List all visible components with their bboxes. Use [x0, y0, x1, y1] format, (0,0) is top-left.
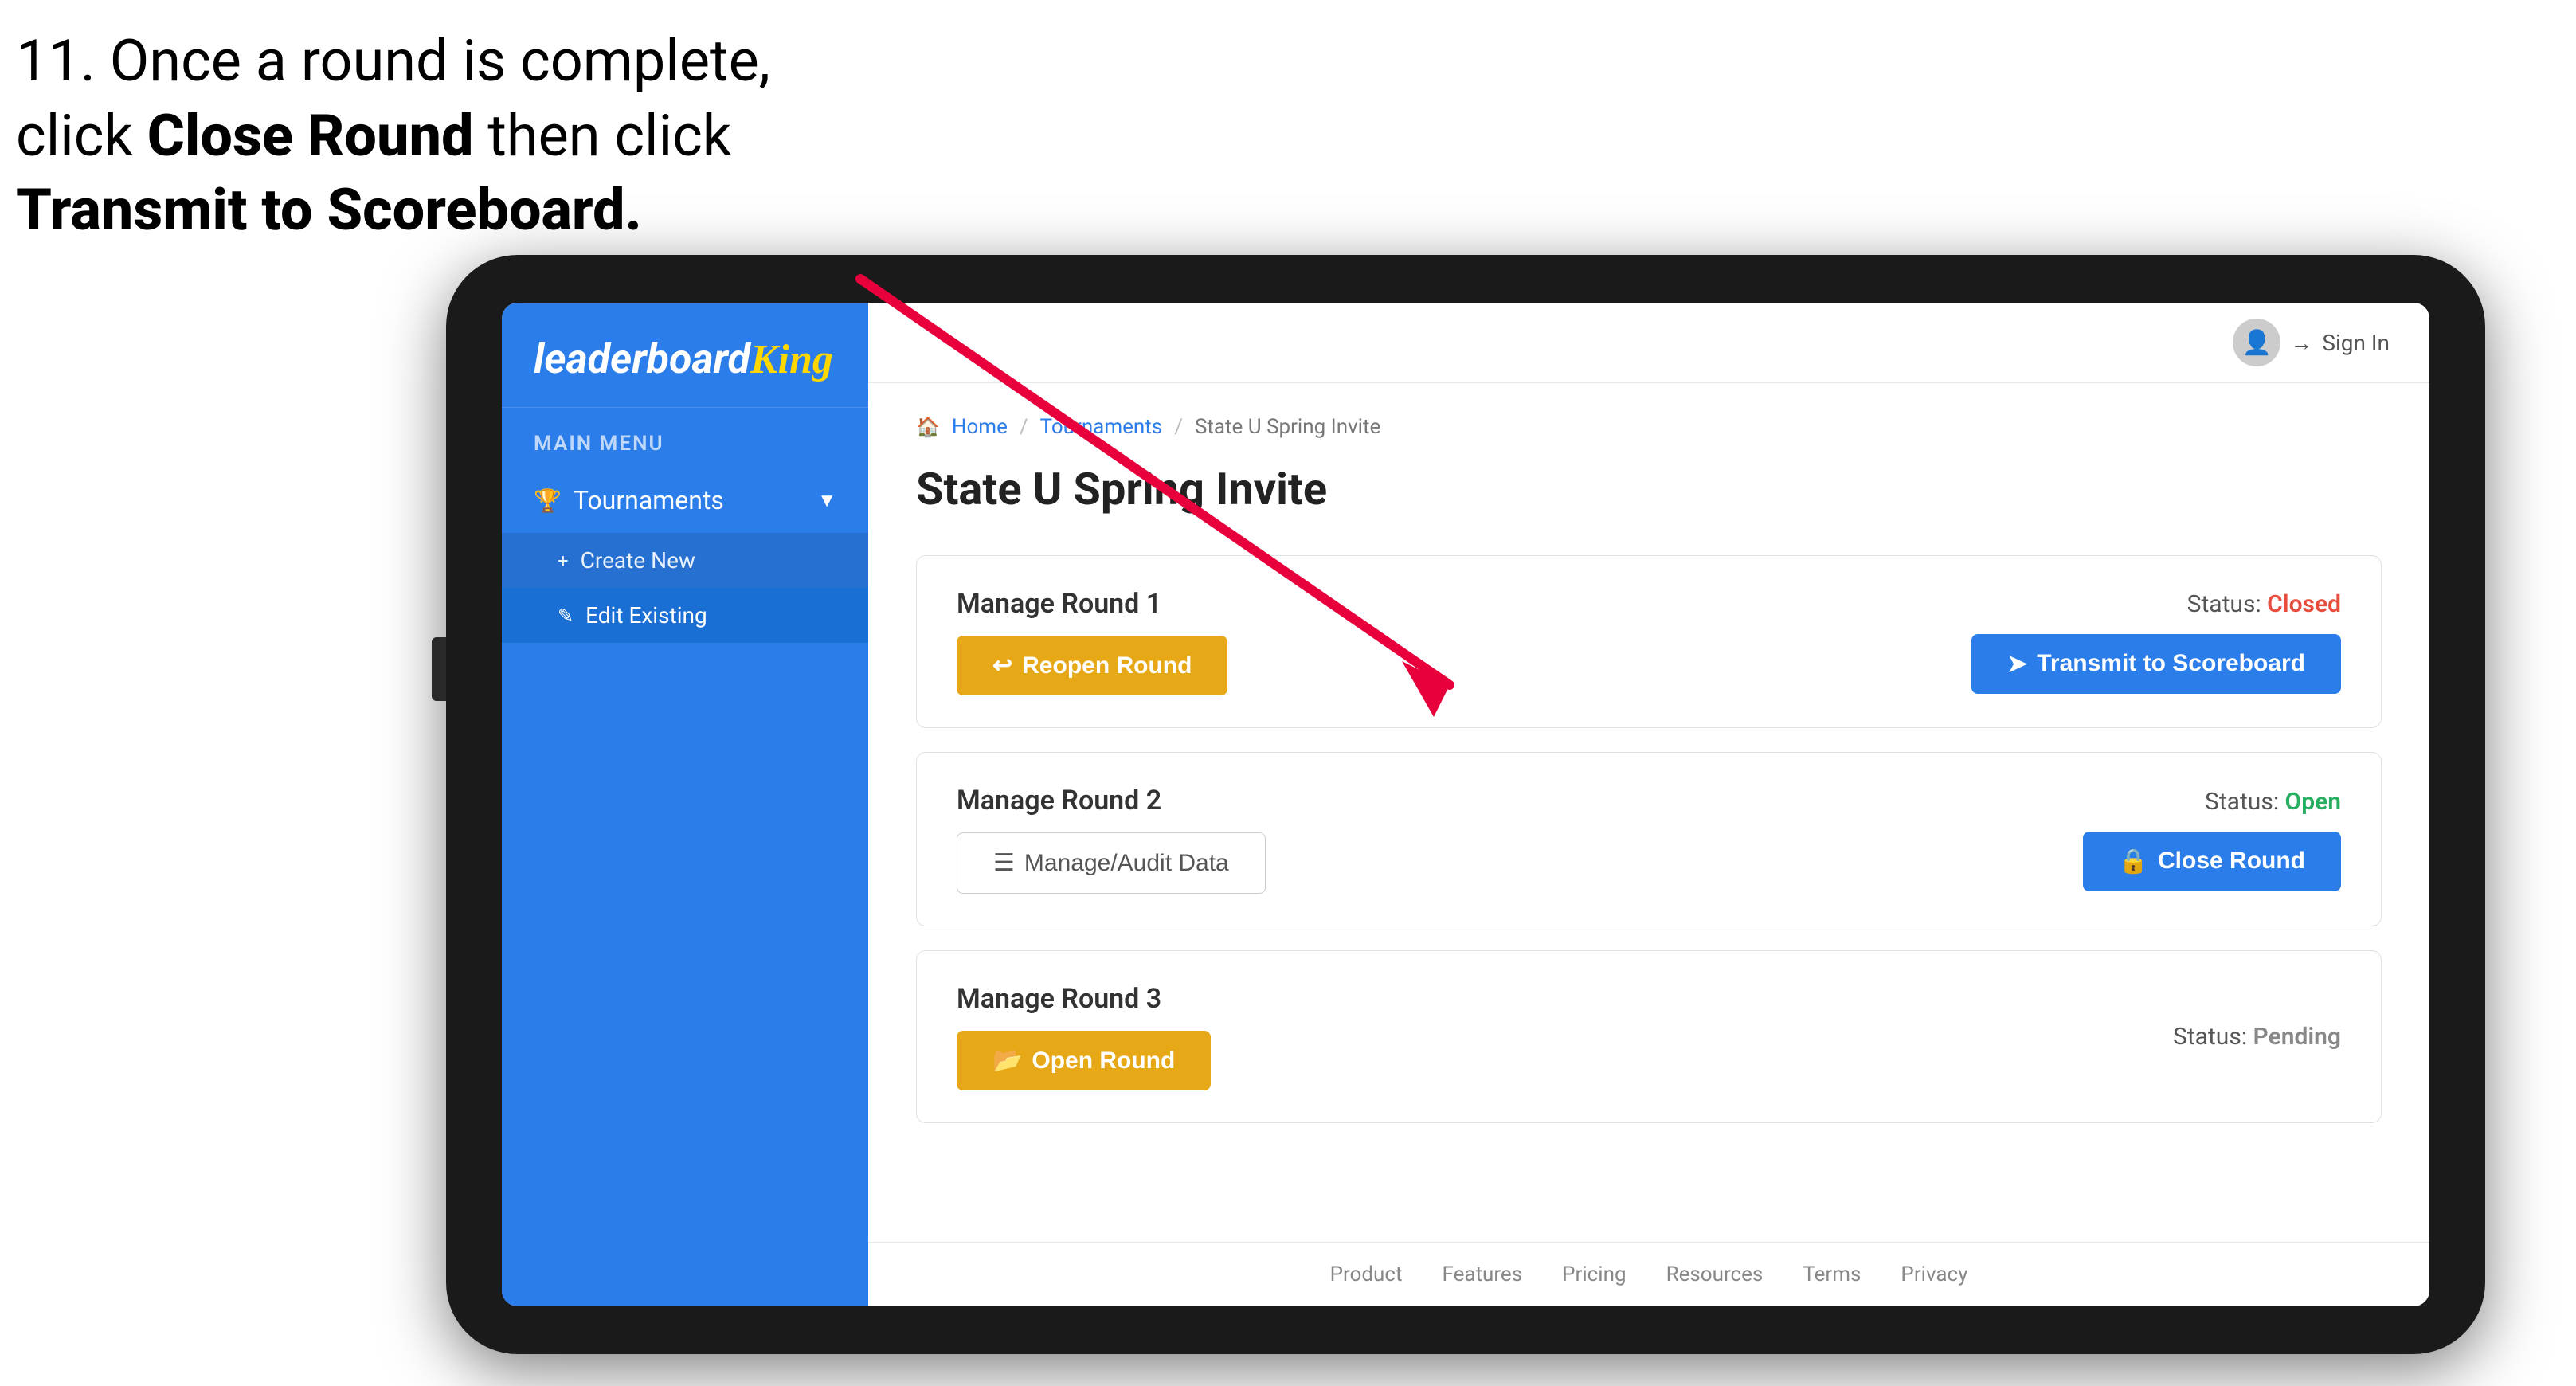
reopen-icon: ↩ — [992, 652, 1012, 679]
app-layout: leaderboardKing MAIN MENU 🏆 Tournaments … — [502, 303, 2429, 1306]
edit-icon: ✎ — [558, 605, 574, 627]
round-2-section: Manage Round 2 ☰ Manage/Audit Data Statu… — [916, 752, 2382, 926]
round-2-status: Status: Open — [2205, 788, 2341, 816]
transmit-label: Transmit to Scoreboard — [2037, 650, 2305, 677]
round-2-right: Status: Open 🔒 Close Round — [2083, 788, 2341, 891]
round-2-title: Manage Round 2 — [957, 785, 1266, 816]
breadcrumb-home[interactable]: Home — [952, 415, 1008, 439]
manage-audit-button[interactable]: ☰ Manage/Audit Data — [957, 832, 1266, 894]
sign-in-label: Sign In — [2322, 330, 2390, 356]
round-1-left: Manage Round 1 ↩ Reopen Round — [957, 588, 1227, 695]
lock-icon: 🔒 — [2119, 848, 2148, 875]
round-1-right: Status: Closed ➤ Transmit to Scoreboard — [1971, 590, 2341, 694]
open-round-button[interactable]: 📂 Open Round — [957, 1031, 1211, 1090]
breadcrumb-tournaments[interactable]: Tournaments — [1040, 415, 1163, 439]
footer-product[interactable]: Product — [1330, 1263, 1403, 1286]
instruction-line2-suffix: then click — [474, 102, 732, 170]
sign-in-button[interactable]: 👤 → Sign In — [2233, 319, 2390, 366]
content-area: 🏠 Home / Tournaments / State U Spring In… — [868, 383, 2429, 1242]
sidebar: leaderboardKing MAIN MENU 🏆 Tournaments … — [502, 303, 868, 1306]
main-menu-label: MAIN MENU — [502, 408, 868, 468]
plus-icon: + — [558, 550, 569, 572]
round-3-right: Status: Pending — [2173, 1023, 2341, 1051]
create-new-label: Create New — [581, 547, 695, 574]
instruction-transmit: Transmit to Scoreboard. — [16, 176, 642, 244]
audit-icon: ☰ — [993, 849, 1015, 877]
status-closed-value: Closed — [2267, 590, 2341, 618]
sign-in-icon: → — [2290, 330, 2312, 356]
close-round-label: Close Round — [2158, 848, 2305, 875]
status-open-value: Open — [2285, 788, 2341, 816]
sidebar-edit-existing[interactable]: ✎ Edit Existing — [502, 588, 868, 643]
round-1-section: Manage Round 1 ↩ Reopen Round Status: Cl… — [916, 555, 2382, 728]
transmit-scoreboard-button[interactable]: ➤ Transmit to Scoreboard — [1971, 634, 2341, 694]
instruction-close-round: Close Round — [147, 102, 474, 170]
avatar: 👤 — [2233, 319, 2280, 366]
close-round-button[interactable]: 🔒 Close Round — [2083, 832, 2341, 891]
round-1-status: Status: Closed — [2187, 590, 2341, 618]
tablet-device: leaderboardKing MAIN MENU 🏆 Tournaments … — [446, 255, 2485, 1354]
round-2-left: Manage Round 2 ☰ Manage/Audit Data — [957, 785, 1266, 894]
tablet-screen: leaderboardKing MAIN MENU 🏆 Tournaments … — [502, 303, 2429, 1306]
round-1-title: Manage Round 1 — [957, 588, 1227, 620]
transmit-icon: ➤ — [2007, 650, 2027, 678]
logo-leaderboard: leaderboard — [534, 335, 750, 383]
footer-features[interactable]: Features — [1442, 1263, 1522, 1286]
page-title: State U Spring Invite — [916, 463, 2382, 515]
breadcrumb: 🏠 Home / Tournaments / State U Spring In… — [916, 415, 2382, 439]
main-content: 👤 → Sign In 🏠 Home / Tournaments / — [868, 303, 2429, 1306]
breadcrumb-sep1: / — [1020, 415, 1028, 439]
breadcrumb-sep2: / — [1174, 415, 1183, 439]
sidebar-submenu: + Create New ✎ Edit Existing — [502, 533, 868, 643]
folder-icon: 📂 — [992, 1047, 1022, 1075]
chevron-down-icon: ▼ — [817, 489, 836, 512]
reopen-round-button[interactable]: ↩ Reopen Round — [957, 636, 1227, 695]
app-logo: leaderboardKing — [502, 303, 868, 408]
footer-privacy[interactable]: Privacy — [1901, 1263, 1967, 1286]
reopen-label: Reopen Round — [1022, 652, 1192, 679]
trophy-icon: 🏆 — [534, 487, 562, 514]
round-3-left: Manage Round 3 📂 Open Round — [957, 983, 1211, 1090]
instruction-block: 11. Once a round is complete, click Clos… — [16, 24, 770, 248]
round-3-status: Status: Pending — [2173, 1023, 2341, 1051]
logo-text: leaderboardKing — [534, 335, 836, 383]
audit-label: Manage/Audit Data — [1024, 850, 1229, 877]
edit-existing-label: Edit Existing — [585, 602, 707, 628]
round-3-title: Manage Round 3 — [957, 983, 1211, 1015]
open-round-label: Open Round — [1032, 1047, 1175, 1075]
instruction-line1: 11. Once a round is complete, — [16, 27, 770, 95]
breadcrumb-current: State U Spring Invite — [1195, 415, 1380, 439]
instruction-line2-prefix: click — [16, 102, 147, 170]
round-3-section: Manage Round 3 📂 Open Round Status: Pend… — [916, 950, 2382, 1123]
footer: Product Features Pricing Resources Terms… — [868, 1242, 2429, 1306]
footer-resources[interactable]: Resources — [1666, 1263, 1764, 1286]
footer-pricing[interactable]: Pricing — [1562, 1263, 1626, 1286]
logo-king: King — [750, 337, 833, 382]
footer-terms[interactable]: Terms — [1803, 1263, 1861, 1286]
user-icon: 👤 — [2242, 329, 2272, 357]
home-icon: 🏠 — [916, 416, 940, 438]
status-pending-value: Pending — [2253, 1023, 2341, 1051]
top-bar: 👤 → Sign In — [868, 303, 2429, 383]
sidebar-tournaments-label: Tournaments — [574, 485, 724, 515]
sidebar-item-tournaments[interactable]: 🏆 Tournaments ▼ — [502, 468, 868, 533]
sidebar-create-new[interactable]: + Create New — [502, 533, 868, 588]
